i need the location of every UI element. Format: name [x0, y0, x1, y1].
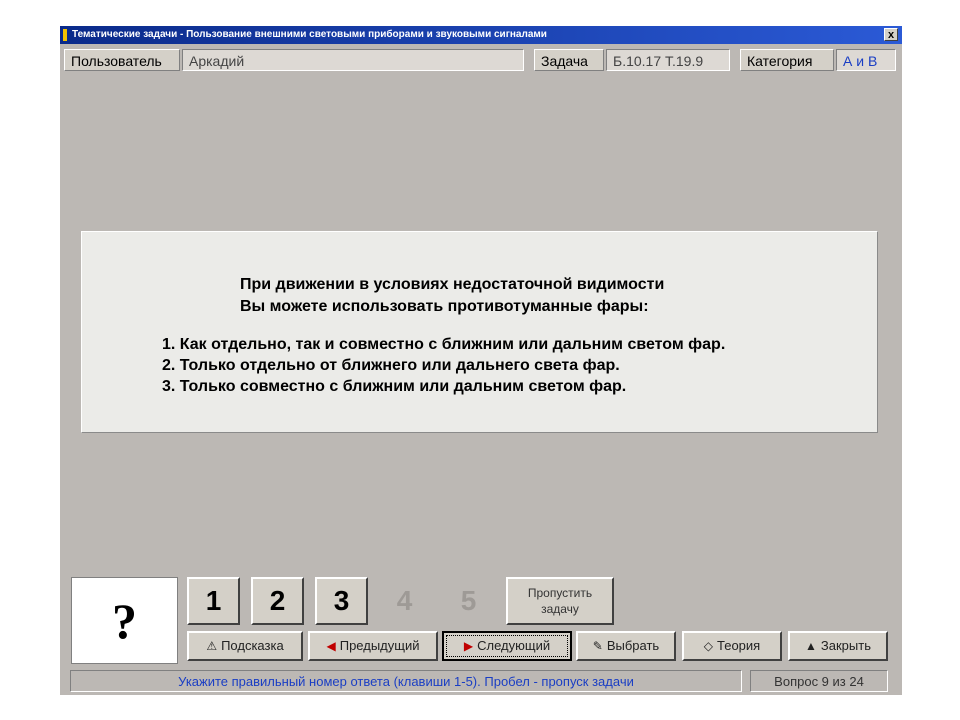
answer-option-2: 2. Только отдельно от ближнего или дальн… [162, 357, 620, 374]
close-button[interactable]: ▲ Закрыть [788, 631, 888, 661]
theory-icon: ◇ [703, 639, 714, 653]
choose-button[interactable]: ✎ Выбрать [576, 631, 676, 661]
answer-button-4: 4 [396, 585, 413, 616]
task-value: Б.10.17 Т.19.9 [606, 49, 730, 71]
user-label: Пользователь [64, 49, 180, 71]
previous-button[interactable]: ◀ Предыдущий [308, 631, 438, 661]
window-title: Тематические задачи - Пользование внешни… [72, 29, 547, 40]
category-value: А и В [836, 49, 896, 71]
answer-option-3: 3. Только совместно с ближним или дальни… [162, 378, 627, 395]
hint-icon: ⚠ [206, 639, 218, 653]
next-label: Следующий [477, 638, 551, 653]
skip-label-line: задачу [541, 602, 579, 616]
app-icon [63, 29, 67, 41]
close-window-button[interactable]: x [884, 28, 898, 41]
exit-door-icon: ▲ [805, 639, 817, 653]
info-bar: Пользователь Аркадий Задача Б.10.17 Т.19… [60, 47, 902, 73]
close-label: Закрыть [820, 638, 871, 653]
answer-indicator: ? [71, 577, 178, 664]
answer-button-3[interactable]: 3 [315, 577, 368, 625]
hint-button[interactable]: ⚠ Подсказка [187, 631, 303, 661]
app-window: Тематические задачи - Пользование внешни… [60, 26, 902, 695]
skip-label-line: Пропустить [527, 586, 593, 600]
task-label: Задача [534, 49, 604, 71]
answer-button-1[interactable]: 1 [187, 577, 240, 625]
answer-option-1: 1. Как отдельно, так и совместно с ближн… [162, 336, 726, 353]
question-panel: При движении в условиях недостаточной ви… [81, 231, 878, 433]
answer-button-2[interactable]: 2 [251, 577, 304, 625]
choose-label: Выбрать [606, 638, 660, 653]
theory-label: Теория [717, 638, 761, 653]
user-value: Аркадий [182, 49, 524, 71]
question-heading: При движении в условиях недостаточной ви… [240, 274, 664, 318]
arrow-left-icon: ◀ [326, 639, 336, 653]
category-label: Категория [740, 49, 834, 71]
skip-task-button[interactable]: Пропустить задачу [506, 577, 614, 625]
title-bar: Тематические задачи - Пользование внешни… [60, 26, 902, 44]
question-heading-line: При движении в условиях недостаточной ви… [240, 276, 665, 293]
choose-icon: ✎ [592, 639, 603, 653]
arrow-right-icon: ▶ [463, 639, 474, 653]
question-heading-line: Вы можете использовать противотуманные ф… [240, 298, 649, 315]
theory-button[interactable]: ◇ Теория [682, 631, 782, 661]
status-bar: Укажите правильный номер ответа (клавиши… [60, 668, 902, 694]
answer-button-5: 5 [460, 585, 477, 616]
question-counter: Вопрос 9 из 24 [750, 670, 888, 692]
answer-list: 1. Как отдельно, так и совместно с ближн… [162, 334, 725, 397]
next-button[interactable]: ▶ Следующий [442, 631, 572, 661]
status-message: Укажите правильный номер ответа (клавиши… [70, 670, 742, 692]
hint-label: Подсказка [221, 638, 284, 653]
previous-label: Предыдущий [339, 638, 420, 653]
